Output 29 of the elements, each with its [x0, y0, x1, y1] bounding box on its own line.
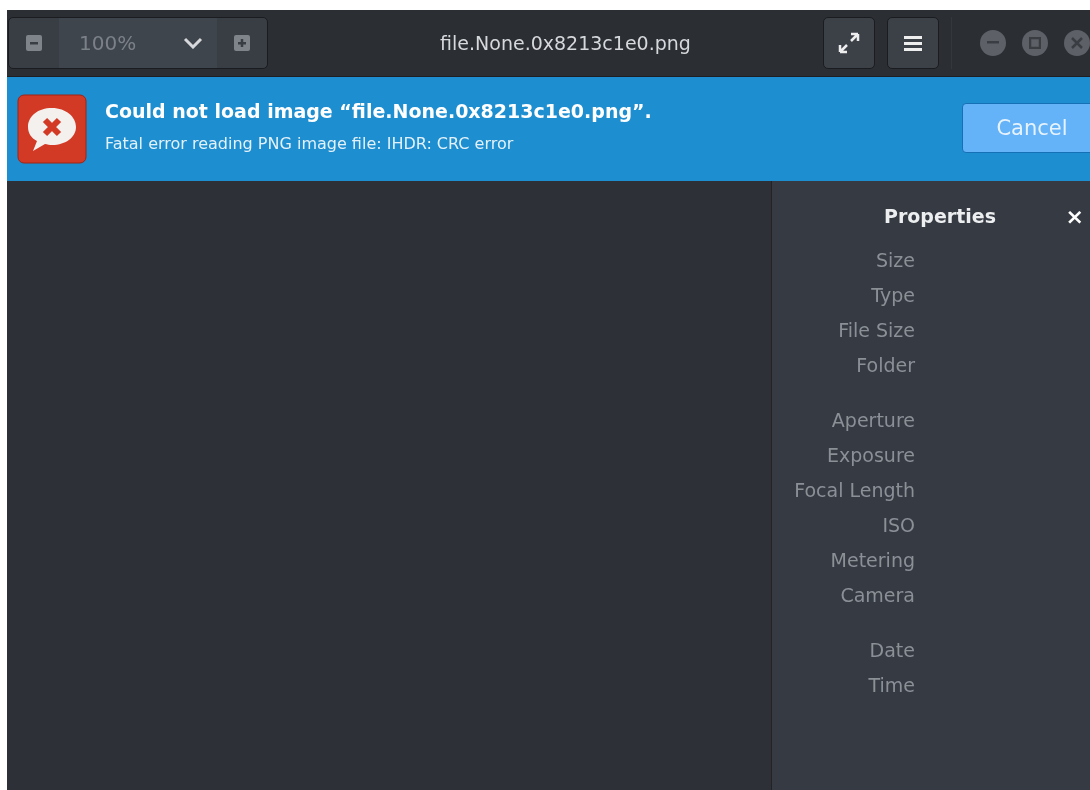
- maximize-icon: [1029, 37, 1041, 49]
- menu-button[interactable]: [887, 17, 939, 69]
- error-speech-bubble-icon: [17, 94, 87, 164]
- cancel-button[interactable]: Cancel: [962, 103, 1090, 153]
- menu-icon: [904, 35, 922, 51]
- error-message: Fatal error reading PNG image file: IHDR: CRC error: [105, 133, 515, 153]
- property-label: File Size: [838, 318, 915, 343]
- property-label: Focal Length: [794, 478, 915, 503]
- property-label: ISO: [882, 513, 915, 538]
- property-label: Metering: [830, 548, 915, 573]
- fullscreen-button[interactable]: [823, 17, 875, 69]
- property-label: Exposure: [827, 443, 915, 468]
- close-panel-button[interactable]: ×: [1065, 203, 1084, 229]
- expand-arrows-icon: [837, 31, 861, 55]
- property-label: Folder: [856, 353, 915, 378]
- property-label: Aperture: [831, 408, 915, 433]
- window-title: file.None.0x8213c1e0.png: [439, 32, 692, 54]
- property-label: Size: [876, 248, 915, 273]
- property-label: Type: [871, 283, 915, 308]
- close-button[interactable]: [1064, 30, 1090, 56]
- property-label: Date: [869, 638, 915, 663]
- property-label: Camera: [840, 583, 915, 608]
- minimize-icon: [987, 41, 999, 45]
- maximize-button[interactable]: [1022, 30, 1048, 56]
- minimize-button[interactable]: [980, 30, 1006, 56]
- panel-title: Properties: [884, 205, 997, 227]
- error-title: Could not load image “file.None.0x8213c1e0.png”.: [105, 99, 653, 122]
- property-label: Time: [868, 673, 915, 698]
- close-icon: [1071, 37, 1083, 49]
